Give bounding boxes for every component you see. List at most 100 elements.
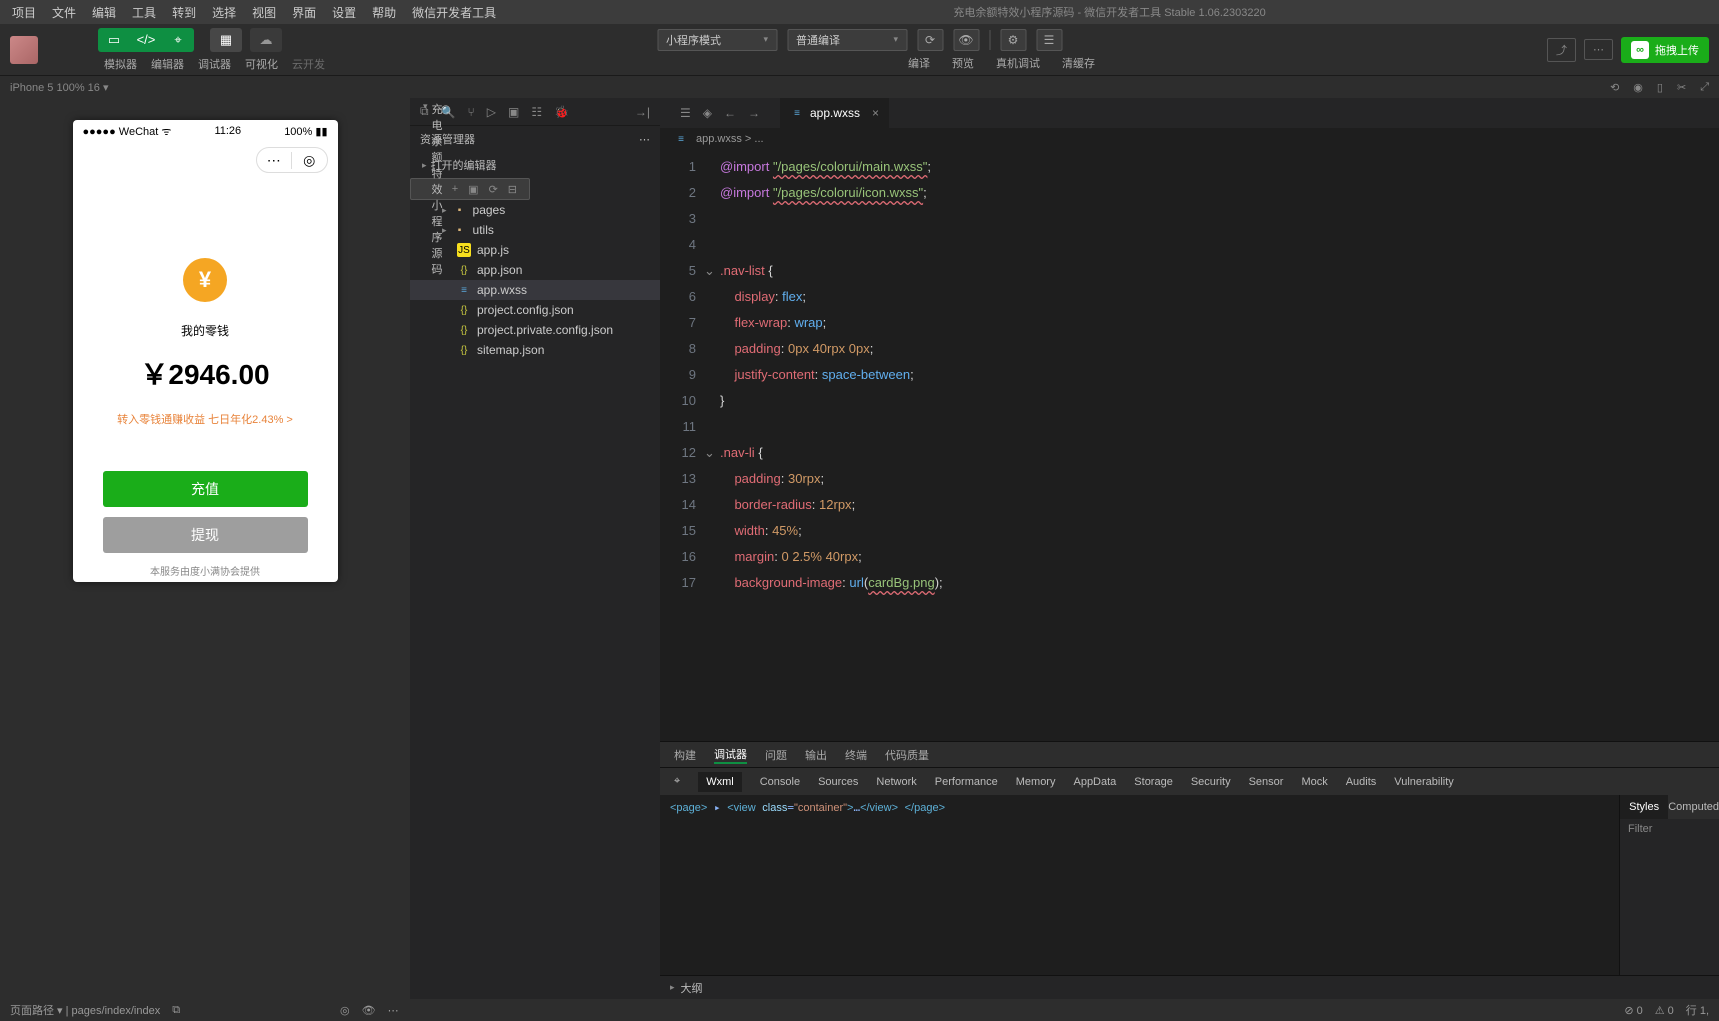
nav-fwd-icon[interactable]: → (742, 106, 766, 120)
devtab-sources[interactable]: Sources (818, 776, 858, 788)
devtab-sensor[interactable]: Sensor (1249, 776, 1284, 788)
sb-eye-icon[interactable]: 👁 (362, 1004, 376, 1017)
cloud-dev-button[interactable]: ☁ (250, 28, 282, 52)
more-button[interactable]: ⋯ (1584, 39, 1613, 60)
project-section[interactable]: ▾充电余额特效小程序源码 + ▣ ⟳ ⊟ (410, 178, 530, 200)
tree-node-pages[interactable]: ▸▪pages (410, 200, 660, 220)
menu-file[interactable]: 文件 (44, 4, 84, 21)
box-icon[interactable]: ▣ (508, 105, 519, 119)
menu-view[interactable]: 视图 (244, 4, 284, 21)
nav-back-icon[interactable]: ← (718, 106, 742, 120)
tree-node-project.private.config.json[interactable]: {}project.private.config.json (410, 320, 660, 340)
compile-button[interactable]: ⟳ (917, 29, 943, 51)
bug-icon[interactable]: 🐞 (554, 105, 569, 119)
menu-goto[interactable]: 转到 (164, 4, 204, 21)
new-folder-icon[interactable]: ▣ (468, 183, 478, 196)
dom-tree[interactable]: <page> ▸ <view class="container">…</view… (660, 795, 1619, 975)
arrow-right-icon[interactable]: →| (635, 105, 650, 119)
menu-settings[interactable]: 设置 (324, 4, 364, 21)
devtab-memory[interactable]: Memory (1016, 776, 1056, 788)
new-file-icon[interactable]: + (452, 183, 458, 196)
debugger-toggle[interactable]: ⌖ (162, 28, 194, 52)
simulator-toggle[interactable]: ▭ (98, 28, 130, 52)
drag-upload-button[interactable]: ∞ 拖拽上传 (1621, 37, 1709, 63)
yield-link[interactable]: 转入零钱通赚收益 七日年化2.43% > (117, 411, 293, 427)
bottom-tab-bar: 构建 调试器 问题 输出 终端 代码质量 (660, 741, 1719, 767)
menu-edit[interactable]: 编辑 (84, 4, 124, 21)
devtab-appdata[interactable]: AppData (1073, 776, 1116, 788)
device-icon[interactable]: ▯ (1657, 81, 1663, 94)
menu-wxdevtools[interactable]: 微信开发者工具 (404, 4, 504, 21)
collapse-icon[interactable]: ⊟ (508, 183, 517, 196)
devtab-vulnerability[interactable]: Vulnerability (1394, 776, 1454, 788)
devtab-network[interactable]: Network (876, 776, 916, 788)
close-tab-icon[interactable]: × (872, 106, 879, 120)
devtab-storage[interactable]: Storage (1134, 776, 1173, 788)
mode-select[interactable]: 小程序模式▾ (657, 29, 777, 51)
menu-help[interactable]: 帮助 (364, 4, 404, 21)
sb-target-icon[interactable]: ◎ (340, 1004, 350, 1017)
devtab-performance[interactable]: Performance (935, 776, 998, 788)
menu-project[interactable]: 项目 (4, 4, 44, 21)
tab-problems[interactable]: 问题 (765, 747, 787, 763)
styles-tab[interactable]: Styles (1620, 795, 1668, 819)
record-icon[interactable]: ◉ (1633, 81, 1643, 94)
capsule-menu-icon[interactable]: ⋯ (257, 152, 293, 169)
tree-node-project.config.json[interactable]: {}project.config.json (410, 300, 660, 320)
tree-node-app.json[interactable]: {}app.json (410, 260, 660, 280)
tab-debugger[interactable]: 调试器 (714, 746, 747, 764)
toolbar-center-labels: 编译预览真机调试清缓存 (624, 55, 1095, 71)
refresh-tree-icon[interactable]: ⟳ (489, 183, 498, 196)
explorer-more-icon[interactable]: ⋯ (639, 133, 650, 146)
tree-node-app.js[interactable]: JSapp.js (410, 240, 660, 260)
editor-tab[interactable]: ≡ app.wxss × (780, 98, 890, 128)
tree-node-app.wxss[interactable]: ≡app.wxss (410, 280, 660, 300)
capsule-close-icon[interactable]: ◎ (292, 152, 327, 169)
devtab-wxml[interactable]: Wxml (698, 772, 742, 792)
devtab-mock[interactable]: Mock (1301, 776, 1327, 788)
clear-cache-button[interactable]: ☰ (1036, 29, 1062, 51)
sb-err-icon[interactable]: ⚠ 0 (1655, 1004, 1674, 1017)
bookmark-icon[interactable]: ◈ (697, 106, 718, 120)
sb-more-icon[interactable]: ⋯ (388, 1004, 399, 1017)
tree-node-utils[interactable]: ▸▪utils (410, 220, 660, 240)
upload-icon-button[interactable]: ⤴ (1547, 38, 1576, 62)
tab-terminal[interactable]: 终端 (845, 747, 867, 763)
copy-path-icon[interactable]: ⧉ (172, 1004, 180, 1017)
sb-warn-icon[interactable]: ⊘ 0 (1624, 1004, 1642, 1017)
devtab-security[interactable]: Security (1191, 776, 1231, 788)
tab-quality[interactable]: 代码质量 (885, 747, 929, 763)
tree-node-sitemap.json[interactable]: {}sitemap.json (410, 340, 660, 360)
menu-ui[interactable]: 界面 (284, 4, 324, 21)
refresh-icon[interactable]: ⟲ (1610, 81, 1619, 94)
inspect-icon[interactable]: ⌖ (674, 775, 680, 788)
page-path[interactable]: 页面路径 ▾ | pages/index/index (10, 1002, 160, 1018)
code-editor[interactable]: 1234567891011121314151617 @import "/page… (660, 150, 1719, 741)
sidebar-toggle-icon[interactable]: ☰ (674, 106, 697, 120)
menu-select[interactable]: 选择 (204, 4, 244, 21)
withdraw-button[interactable]: 提现 (103, 517, 308, 553)
expand-icon[interactable]: ⤢ (1700, 81, 1709, 94)
outline-bar[interactable]: ▸大纲 (660, 975, 1719, 999)
recharge-button[interactable]: 充值 (103, 471, 308, 507)
debug-icon[interactable]: ▷ (487, 105, 496, 119)
branch-icon[interactable]: ⑂ (468, 105, 475, 119)
devtab-console[interactable]: Console (760, 776, 800, 788)
editor-toggle[interactable]: </> (130, 28, 162, 52)
visual-toggle[interactable]: ▦ (210, 28, 242, 52)
preview-button[interactable]: 👁 (953, 29, 979, 51)
styles-filter[interactable]: Filter (1620, 819, 1719, 839)
db-icon[interactable]: ☷ (531, 105, 542, 119)
capsule-button[interactable]: ⋯ ◎ (256, 147, 328, 173)
menu-tools[interactable]: 工具 (124, 4, 164, 21)
remote-debug-button[interactable]: ⚙ (1000, 29, 1026, 51)
devtab-audits[interactable]: Audits (1346, 776, 1377, 788)
breadcrumb[interactable]: ≡ app.wxss > ... (660, 128, 1719, 150)
computed-tab[interactable]: Computed (1668, 795, 1719, 819)
tab-build[interactable]: 构建 (674, 747, 696, 763)
compile-select[interactable]: 普通编译▾ (787, 29, 907, 51)
avatar[interactable] (10, 36, 38, 64)
tab-output[interactable]: 输出 (805, 747, 827, 763)
cut-icon[interactable]: ✂ (1677, 81, 1686, 94)
device-select[interactable]: iPhone 5 100% 16 ▾ (10, 81, 108, 94)
